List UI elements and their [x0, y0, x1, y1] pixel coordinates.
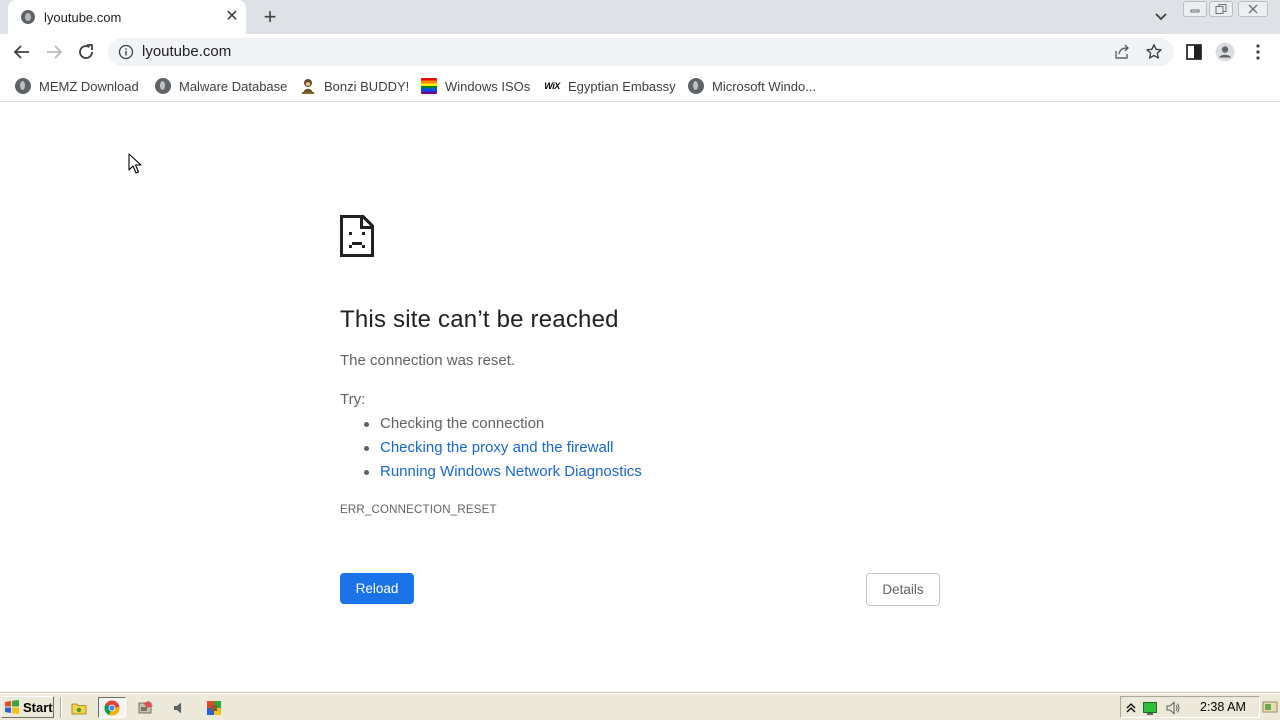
suggestion-network-diagnostics-link[interactable]: Running Windows Network Diagnostics — [364, 463, 642, 487]
speaker-icon — [174, 702, 181, 713]
browser-tab[interactable]: lyoutube.com ✕ — [8, 0, 246, 34]
start-label: Start — [23, 699, 53, 715]
chrome-icon — [104, 700, 120, 716]
close-window-button[interactable] — [1238, 1, 1268, 17]
show-hidden-icons-icon[interactable] — [1123, 700, 1139, 716]
suggestion-check-proxy-firewall-link[interactable]: Checking the proxy and the firewall — [364, 439, 642, 463]
reload-button[interactable]: Reload — [340, 573, 414, 604]
bookmark-label: MEMZ Download — [39, 78, 139, 94]
taskbar-chrome-button[interactable] — [98, 697, 126, 718]
restore-icon — [1215, 4, 1227, 14]
profile-avatar-icon[interactable] — [1215, 42, 1235, 62]
bookmark-bonzi-buddy[interactable]: Bonzi BUDDY! — [300, 76, 409, 96]
bookmarks-bar: MEMZ Download Malware Database Bonzi BUD… — [0, 70, 1280, 102]
suggestion-check-connection: Checking the connection — [364, 415, 642, 439]
share-icon[interactable] — [1113, 43, 1131, 61]
reload-icon[interactable] — [74, 40, 98, 64]
error-code: ERR_CONNECTION_RESET — [340, 504, 497, 516]
taskbar-app-button[interactable] — [132, 697, 160, 718]
windows-taskbar: Start 2:38 AM — [0, 693, 1280, 720]
address-url[interactable]: lyoutube.com — [142, 43, 231, 60]
bookmark-malware-database[interactable]: Malware Database — [155, 76, 287, 96]
menu-kebab-icon[interactable] — [1248, 42, 1268, 62]
bookmark-star-icon[interactable] — [1145, 43, 1163, 61]
suggestion-list: Checking the connection Checking the pro… — [364, 415, 642, 487]
new-tab-button[interactable]: + — [258, 4, 282, 30]
restore-button[interactable] — [1209, 1, 1233, 17]
taskbar-separator — [60, 697, 62, 718]
wix-icon: WiX — [544, 81, 560, 91]
bookmark-label: Microsoft Windo... — [712, 78, 817, 94]
details-button[interactable]: Details — [866, 573, 940, 606]
show-desktop-icon[interactable] — [1262, 699, 1278, 715]
clock[interactable]: 2:38 AM — [1200, 700, 1246, 714]
volume-icon[interactable] — [1165, 700, 1181, 716]
back-arrow-icon[interactable] — [10, 40, 34, 64]
bookmark-windows-isos[interactable]: Windows ISOs — [421, 76, 530, 96]
bonzi-buddy-icon — [302, 79, 314, 94]
minimize-button[interactable] — [1183, 1, 1207, 17]
globe-icon — [21, 10, 35, 24]
sad-document-icon — [340, 215, 374, 257]
system-tray: 2:38 AM — [1120, 696, 1260, 718]
taskbar-folder-button[interactable] — [65, 697, 93, 718]
bookmark-memz-download[interactable]: MEMZ Download — [15, 76, 139, 96]
globe-icon — [155, 78, 171, 94]
globe-icon — [15, 78, 31, 94]
colorful-program-icon — [207, 700, 221, 715]
bookmark-label: Bonzi BUDDY! — [324, 78, 410, 94]
rainbow-flag-icon — [421, 78, 437, 94]
forward-arrow-icon[interactable] — [42, 40, 66, 64]
globe-icon — [688, 78, 704, 94]
bookmark-egyptian-embassy[interactable]: WiX Egyptian Embassy — [544, 76, 676, 96]
mouse-cursor-icon — [128, 153, 142, 174]
windows-logo-icon — [5, 700, 19, 714]
error-heading: This site can’t be reached — [340, 306, 619, 333]
tab-strip: lyoutube.com ✕ + — [0, 0, 1280, 34]
folder-icon — [71, 703, 87, 714]
site-info-icon[interactable] — [118, 44, 134, 60]
address-bar[interactable]: lyoutube.com — [108, 38, 1174, 66]
bookmark-label: Malware Database — [179, 78, 288, 94]
close-icon — [1248, 4, 1258, 14]
taskbar-program-button[interactable] — [200, 697, 228, 718]
bookmark-label: Windows ISOs — [445, 78, 531, 94]
tab-search-chevron-icon[interactable] — [1150, 6, 1172, 28]
bookmark-microsoft-windows[interactable]: Microsoft Windo... — [688, 76, 816, 96]
start-button[interactable]: Start — [1, 696, 54, 718]
network-monitor-icon[interactable] — [1142, 700, 1158, 716]
taskbar-volume-button[interactable] — [165, 697, 193, 718]
tab-title: lyoutube.com — [44, 10, 122, 25]
tab-close-button[interactable]: ✕ — [224, 8, 240, 26]
minimize-icon — [1190, 9, 1200, 13]
side-panel-icon[interactable] — [1184, 42, 1204, 62]
bookmark-label: Egyptian Embassy — [568, 78, 676, 94]
error-description: The connection was reset. — [340, 352, 516, 369]
media-app-icon — [138, 700, 153, 713]
try-label: Try: — [340, 391, 366, 408]
